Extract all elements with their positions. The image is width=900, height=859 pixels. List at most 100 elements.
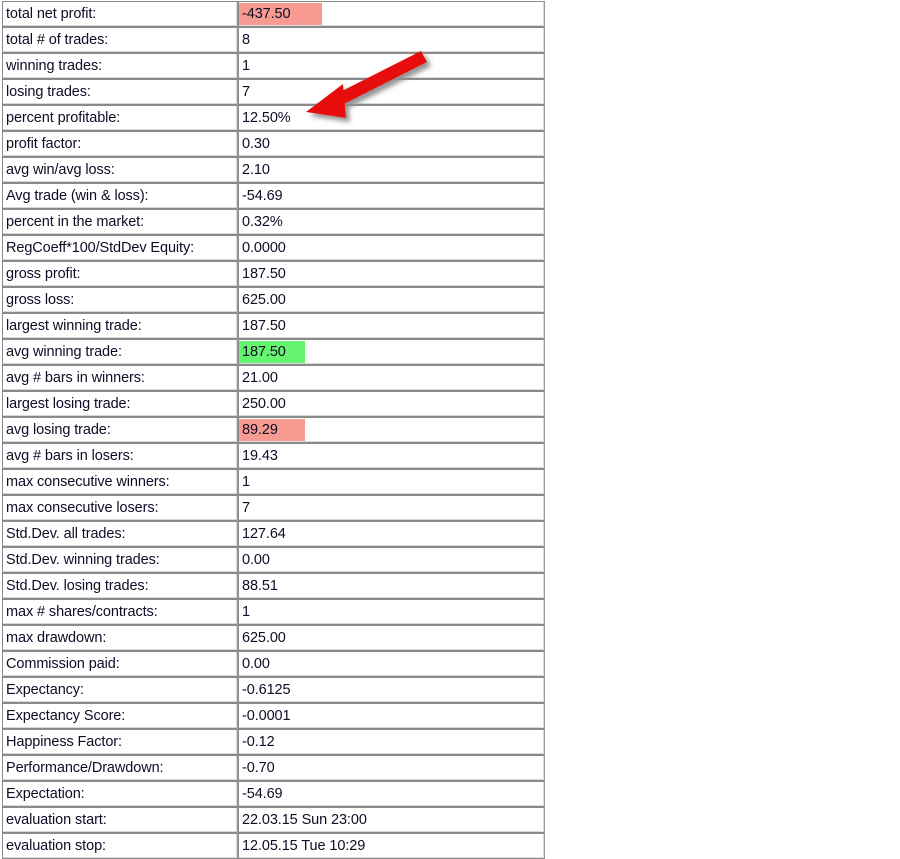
metric-value-text: -54.69 (242, 786, 283, 802)
metric-label-cell: Commission paid: (2, 651, 238, 677)
table-row: Avg trade (win & loss): -54.69 (2, 183, 545, 209)
metric-value-cell: -0.70 (238, 755, 545, 781)
table-row: largest winning trade: 187.50 (2, 313, 545, 339)
table-row: gross profit: 187.50 (2, 261, 545, 287)
metric-label-cell: Expectation: (2, 781, 238, 807)
metric-label-cell: avg # bars in winners: (2, 365, 238, 391)
metric-label-cell: gross profit: (2, 261, 238, 287)
metric-value-text: 1 (242, 58, 250, 74)
metric-value-cell: 1 (238, 53, 545, 79)
metric-value-cell: 1 (238, 599, 545, 625)
metric-value-cell: 0.00 (238, 651, 545, 677)
strategy-performance-table: total net profit: -437.50 total # of trade… (2, 1, 545, 859)
metric-label-text: evaluation stop: (6, 838, 106, 854)
metric-value-text: 89.29 (239, 419, 305, 441)
metric-value-text: 187.50 (239, 341, 305, 363)
table-row: winning trades: 1 (2, 53, 545, 79)
metric-label-cell: gross loss: (2, 287, 238, 313)
metric-value-text: 0.30 (242, 136, 270, 152)
metric-value-cell: -54.69 (238, 781, 545, 807)
metric-value-text: 0.00 (242, 552, 270, 568)
metric-label-text: avg # bars in losers: (6, 448, 134, 464)
metric-label-cell: max consecutive winners: (2, 469, 238, 495)
table-row: profit factor: 0.30 (2, 131, 545, 157)
metric-label-text: max consecutive losers: (6, 500, 159, 516)
metric-value-cell: 187.50 (238, 339, 545, 365)
metric-label-cell: winning trades: (2, 53, 238, 79)
metric-label-text: profit factor: (6, 136, 82, 152)
metric-label-text: Performance/Drawdown: (6, 760, 164, 776)
metric-label-text: max consecutive winners: (6, 474, 170, 490)
metric-value-cell: 625.00 (238, 287, 545, 313)
metric-label-cell: Std.Dev. all trades: (2, 521, 238, 547)
table-row: total # of trades: 8 (2, 27, 545, 53)
table-row: Commission paid: 0.00 (2, 651, 545, 677)
metric-label-text: percent profitable: (6, 110, 121, 126)
metric-label-cell: Performance/Drawdown: (2, 755, 238, 781)
metric-value-cell: 625.00 (238, 625, 545, 651)
metric-value-cell: 8 (238, 27, 545, 53)
metric-label-text: total net profit: (6, 6, 97, 22)
metric-value-text: -0.70 (242, 760, 275, 776)
metric-value-cell: 22.03.15 Sun 23:00 (238, 807, 545, 833)
metric-label-text: largest winning trade: (6, 318, 142, 334)
metric-value-text: 2.10 (242, 162, 270, 178)
metric-label-cell: percent profitable: (2, 105, 238, 131)
table-row: percent in the market: 0.32% (2, 209, 545, 235)
metric-label-cell: RegCoeff*100/StdDev Equity: (2, 235, 238, 261)
table-row: losing trades: 7 (2, 79, 545, 105)
metric-value-text: 250.00 (242, 396, 286, 412)
table-row: evaluation stop: 12.05.15 Tue 10:29 (2, 833, 545, 859)
metric-label-text: RegCoeff*100/StdDev Equity: (6, 240, 195, 256)
metric-label-cell: avg # bars in losers: (2, 443, 238, 469)
table-row: RegCoeff*100/StdDev Equity: 0.0000 (2, 235, 545, 261)
metric-value-cell: -437.50 (238, 1, 545, 27)
metric-value-text: -54.69 (242, 188, 283, 204)
metric-value-cell: 127.64 (238, 521, 545, 547)
table-row: avg # bars in losers: 19.43 (2, 443, 545, 469)
metric-value-cell: 187.50 (238, 261, 545, 287)
metric-value-text: 7 (242, 84, 250, 100)
metric-label-cell: avg winning trade: (2, 339, 238, 365)
table-row: max # shares/contracts: 1 (2, 599, 545, 625)
table-row: Std.Dev. all trades: 127.64 (2, 521, 545, 547)
metric-value-text: 12.05.15 Tue 10:29 (242, 838, 366, 854)
metric-value-cell: 0.30 (238, 131, 545, 157)
table-row: Expectancy Score: -0.0001 (2, 703, 545, 729)
metric-label-text: avg # bars in winners: (6, 370, 145, 386)
table-row: Happiness Factor: -0.12 (2, 729, 545, 755)
metric-label-cell: max drawdown: (2, 625, 238, 651)
metric-value-cell: 12.50% (238, 105, 545, 131)
metric-label-cell: Std.Dev. losing trades: (2, 573, 238, 599)
metric-value-text: 19.43 (242, 448, 278, 464)
metric-label-text: Happiness Factor: (6, 734, 122, 750)
metric-label-cell: total # of trades: (2, 27, 238, 53)
table-row: Expectation: -54.69 (2, 781, 545, 807)
metric-label-cell: avg losing trade: (2, 417, 238, 443)
metric-value-cell: 2.10 (238, 157, 545, 183)
metric-value-text: -0.0001 (242, 708, 291, 724)
metric-value-text: 12.50% (242, 110, 291, 126)
metric-label-text: gross profit: (6, 266, 81, 282)
metric-value-text: 8 (242, 32, 250, 48)
metric-label-text: Avg trade (win & loss): (6, 188, 149, 204)
table-row: gross loss: 625.00 (2, 287, 545, 313)
metric-label-text: max # shares/contracts: (6, 604, 158, 620)
table-row: total net profit: -437.50 (2, 1, 545, 27)
metric-value-cell: 0.00 (238, 547, 545, 573)
metric-value-cell: 12.05.15 Tue 10:29 (238, 833, 545, 859)
metric-value-cell: -0.0001 (238, 703, 545, 729)
metric-value-text: 1 (242, 604, 250, 620)
metric-value-cell: 0.0000 (238, 235, 545, 261)
metric-value-cell: 21.00 (238, 365, 545, 391)
metric-label-text: avg win/avg loss: (6, 162, 115, 178)
metric-label-cell: evaluation start: (2, 807, 238, 833)
table-row: max drawdown: 625.00 (2, 625, 545, 651)
metric-label-text: total # of trades: (6, 32, 109, 48)
metric-value-text: 187.50 (242, 266, 286, 282)
metric-value-text: 127.64 (242, 526, 286, 542)
metric-value-text: 625.00 (242, 630, 286, 646)
metric-label-text: largest losing trade: (6, 396, 131, 412)
table-row: percent profitable: 12.50% (2, 105, 545, 131)
table-row: max consecutive winners: 1 (2, 469, 545, 495)
